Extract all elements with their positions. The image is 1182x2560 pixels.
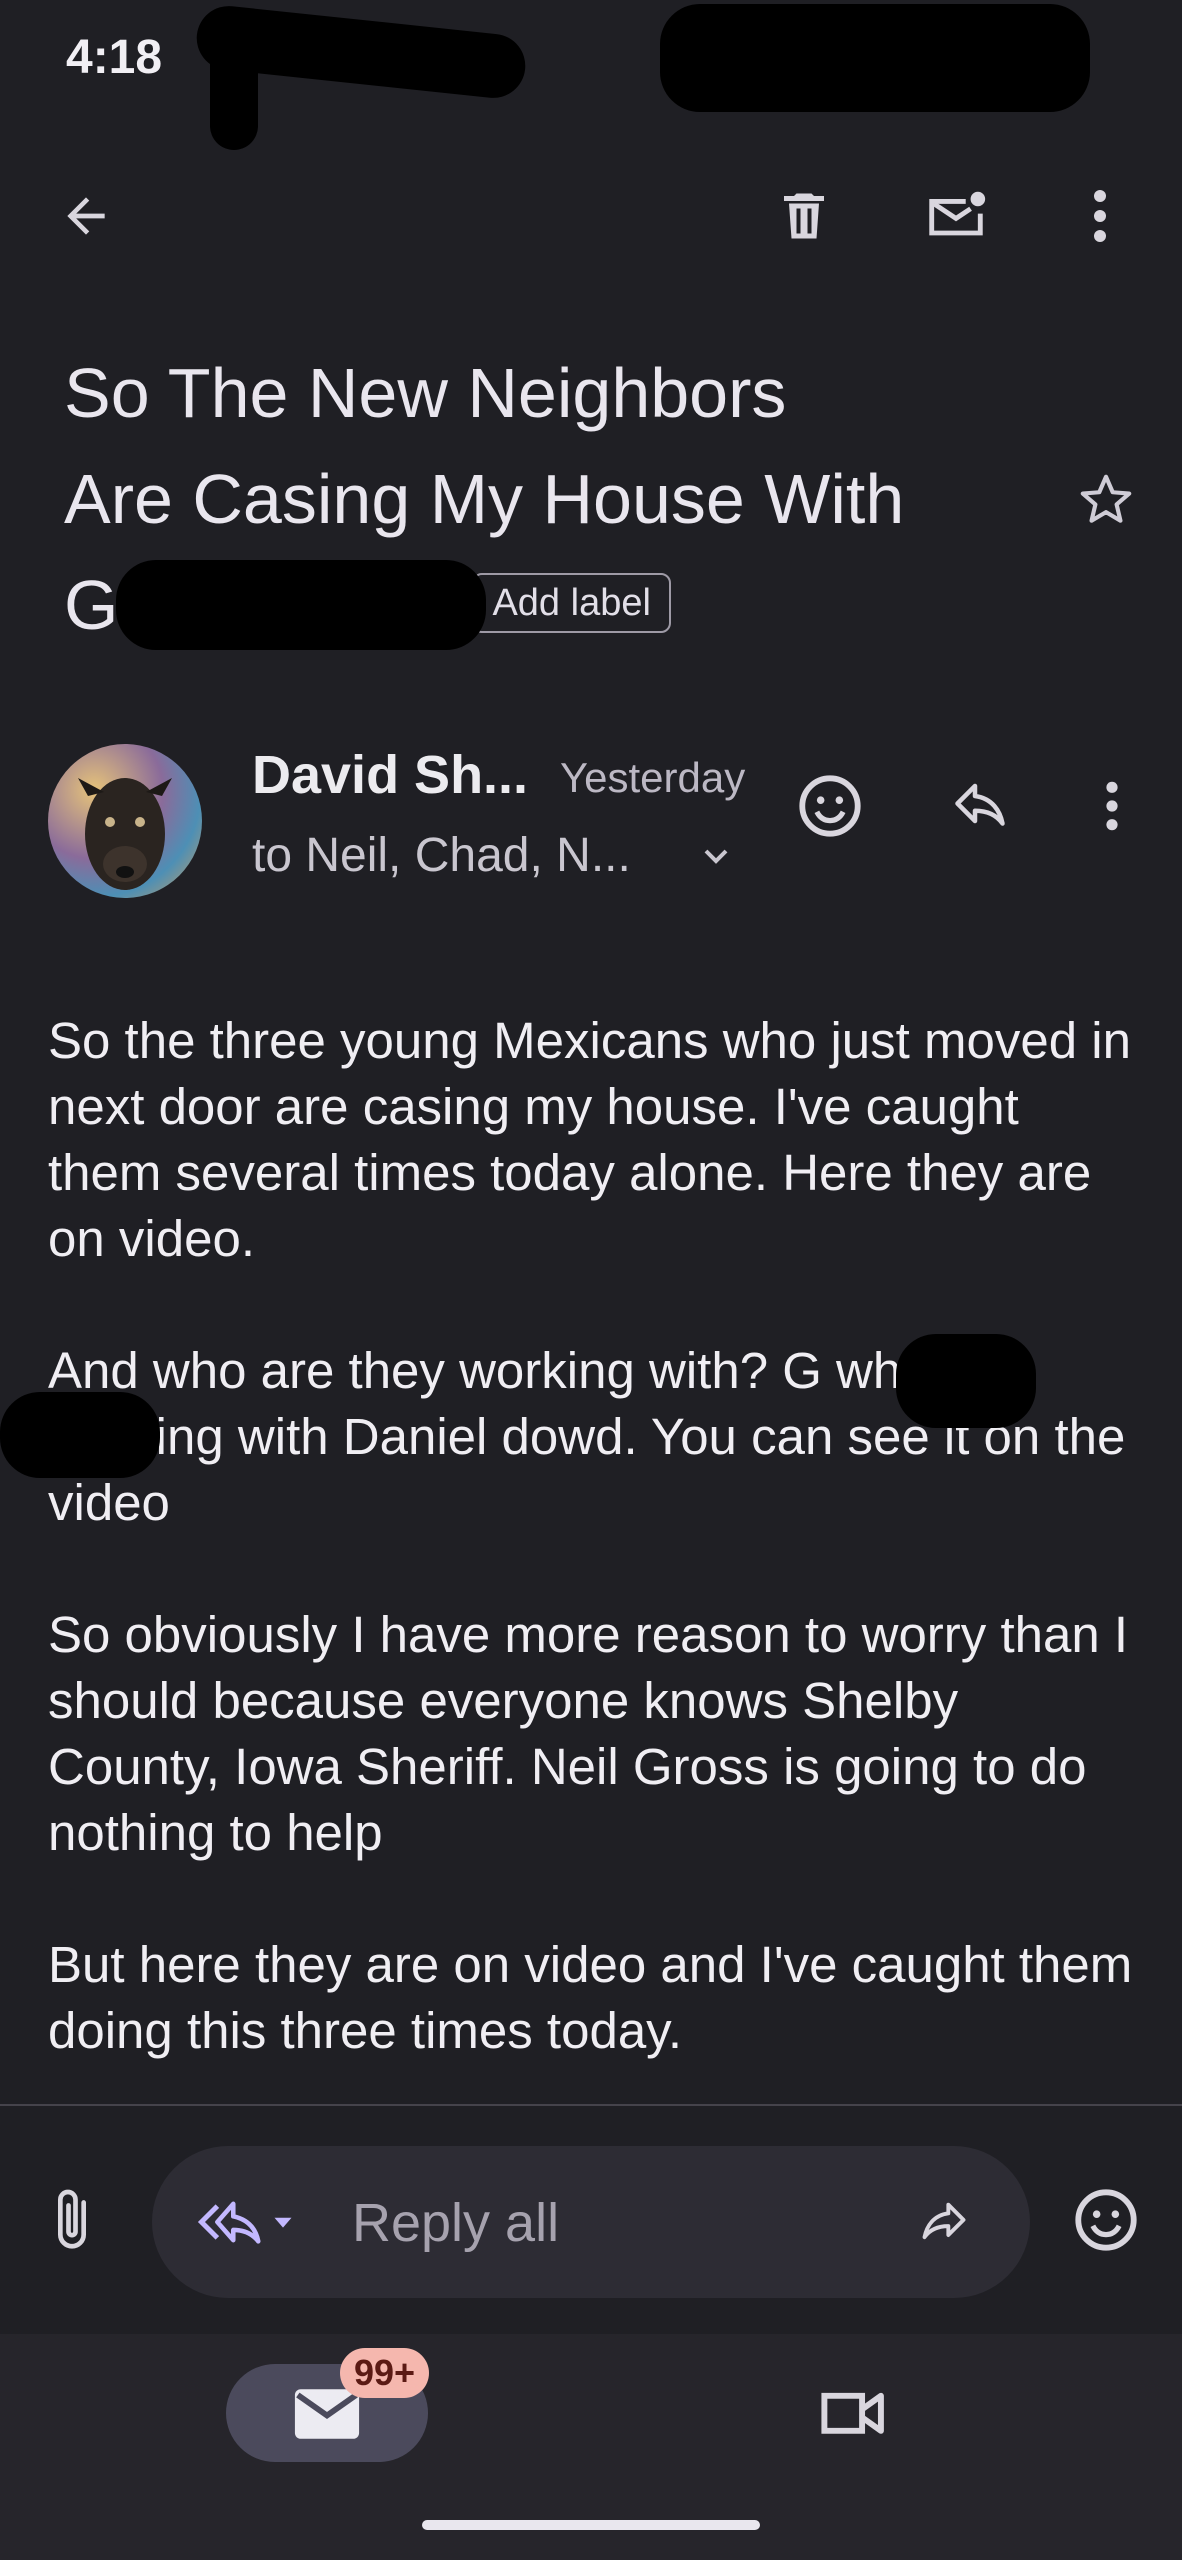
emoji-icon: [799, 775, 861, 837]
video-icon: [821, 2392, 884, 2434]
trash-icon: [784, 193, 824, 239]
more-options-button[interactable]: [1052, 168, 1148, 264]
recipients[interactable]: to Neil, Chad, N...: [252, 828, 631, 883]
star-icon: [1080, 474, 1132, 523]
email-body: So the three young Mexicans who just mov…: [48, 1008, 1138, 2130]
delete-button[interactable]: [756, 168, 852, 264]
more-vert-icon: [1094, 190, 1106, 242]
more-vert-icon: [1106, 781, 1118, 831]
reply-bar: Reply all: [0, 2106, 1182, 2334]
reply-button[interactable]: [932, 758, 1028, 854]
sent-time: Yesterday: [560, 754, 746, 801]
dropdown-icon: [274, 2217, 292, 2228]
home-indicator[interactable]: [422, 2520, 760, 2530]
status-time: 4:18: [66, 31, 163, 84]
redaction-mark: [0, 1392, 160, 1478]
reply-mode-button[interactable]: [178, 2174, 318, 2270]
unread-badge: 99+: [340, 2348, 430, 2398]
recipients-expand-button[interactable]: [696, 836, 736, 881]
subject-line: So The New Neighbors: [64, 354, 787, 432]
add-label-chip[interactable]: Add label: [472, 573, 671, 633]
forward-button[interactable]: [896, 2174, 992, 2270]
back-button[interactable]: [38, 168, 134, 264]
chevron-down-icon: [704, 849, 728, 864]
emoji-button[interactable]: [1058, 2172, 1154, 2268]
body-paragraph: So the three young Mexicans who just mov…: [48, 1012, 1131, 1267]
star-button[interactable]: [1058, 452, 1154, 548]
sender-row: David Sh... Yesterday to Neil, Chad, N..…: [0, 740, 1182, 910]
attach-icon: [58, 2189, 86, 2249]
status-bar: 4:18: [0, 0, 1182, 150]
attach-button[interactable]: [24, 2172, 120, 2268]
dog-photo-icon: [78, 778, 172, 890]
redaction-mark: [116, 560, 486, 650]
redaction-mark: [210, 30, 258, 150]
body-paragraph: But here they are on video and I've caug…: [48, 1936, 1133, 2059]
sender-avatar[interactable]: [48, 744, 202, 898]
mark-unread-icon: [929, 191, 986, 236]
subject-line: Are Casing My House With: [64, 460, 905, 538]
mark-unread-button[interactable]: [908, 168, 1004, 264]
sender-name: David Sh...: [252, 745, 529, 805]
top-toolbar: [0, 160, 1182, 280]
redaction-mark: [896, 1334, 1036, 1428]
reply-icon: [955, 783, 1005, 826]
forward-icon: [922, 2202, 966, 2240]
reply-all-icon: [197, 2201, 261, 2244]
react-emoji-button[interactable]: [782, 758, 878, 854]
message-more-button[interactable]: [1064, 758, 1160, 854]
emoji-icon: [1075, 2189, 1137, 2251]
nav-meet-tab[interactable]: [806, 2364, 902, 2460]
subject-line-text: G: [64, 566, 119, 644]
redaction-mark: [660, 4, 1090, 112]
reply-all-field[interactable]: Reply all: [152, 2146, 1030, 2298]
back-arrow-icon: [67, 197, 105, 235]
reply-placeholder: Reply all: [352, 2193, 560, 2253]
body-paragraph: So obviously I have more reason to worry…: [48, 1606, 1129, 1861]
